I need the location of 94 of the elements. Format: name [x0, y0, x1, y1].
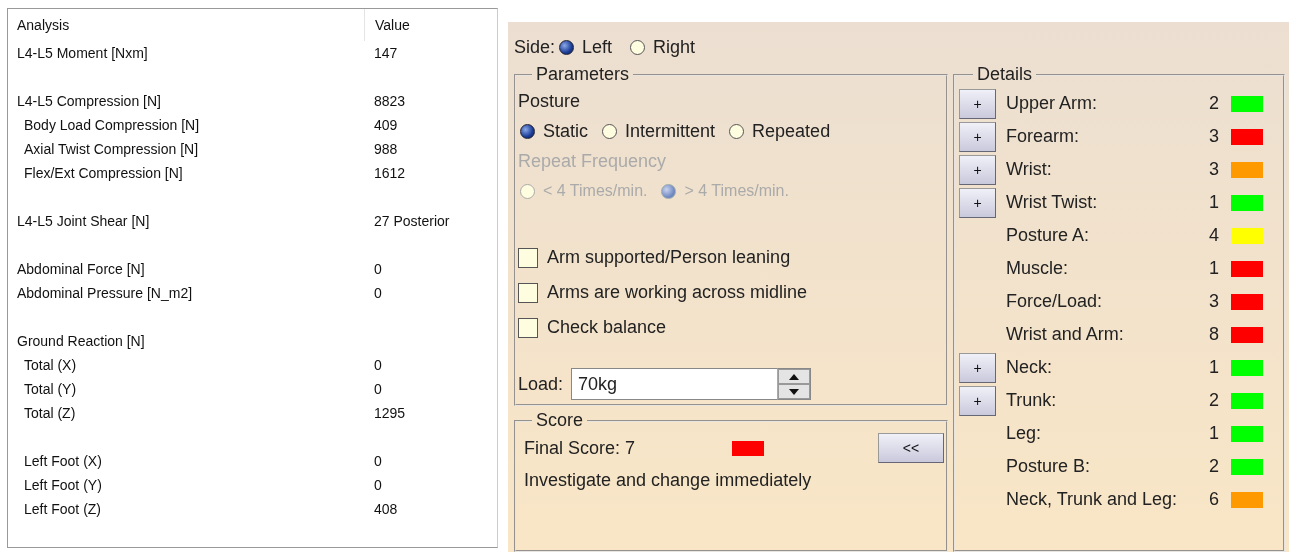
radio-label[interactable]: Intermittent: [625, 120, 716, 142]
radio-button[interactable]: [520, 123, 535, 139]
detail-value: 2: [1208, 390, 1219, 411]
detail-value: 2: [1208, 93, 1219, 114]
detail-value: 1: [1208, 258, 1219, 279]
checkbox-label[interactable]: Arm supported/Person leaning: [547, 247, 791, 268]
table-cell-text: 408: [373, 500, 398, 519]
table-cell-text: Total (Y): [23, 381, 78, 397]
table-cell-text: L4-L5 Moment [Nxm]: [16, 45, 149, 61]
table-cell-text: 1295: [373, 404, 406, 423]
expand-button[interactable]: +: [959, 385, 996, 416]
detail-value: 3: [1208, 159, 1219, 180]
score-message: Investigate and change immediately: [523, 469, 813, 492]
table-cell-text: 988: [373, 140, 398, 159]
detail-value: 2: [1208, 456, 1219, 477]
group-title: Score: [535, 410, 585, 431]
load-label: Load:: [518, 373, 564, 395]
posture-label: Posture: [518, 90, 582, 113]
radio-button[interactable]: [602, 123, 618, 139]
detail-value: 4: [1208, 225, 1219, 246]
table-cell-text: Abdominal Pressure [N_m2]: [16, 285, 194, 301]
detail-label: Muscle:: [1006, 258, 1069, 279]
checkbox-label[interactable]: Check balance: [547, 317, 667, 338]
expand-button[interactable]: +: [959, 88, 996, 119]
table-cell-text: Ground Reaction [N]: [16, 333, 146, 349]
radio-label[interactable]: Repeated: [752, 120, 831, 142]
column-header[interactable]: Value: [364, 9, 410, 41]
detail-label: Leg:: [1006, 423, 1043, 444]
table-cell-text: Flex/Ext Compression [N]: [23, 165, 184, 181]
expand-button[interactable]: +: [959, 121, 996, 152]
arrow-down-icon: [789, 388, 800, 395]
checkbox[interactable]: [518, 247, 538, 268]
table-cell-text: 0: [373, 260, 382, 279]
table-cell-text: Total (X): [23, 357, 78, 373]
detail-label: Forearm:: [1006, 126, 1080, 147]
checkbox[interactable]: [518, 282, 538, 303]
group-title: Details: [976, 64, 1034, 85]
table-cell-text: 409: [373, 116, 398, 135]
table-cell-text: 0: [373, 356, 382, 375]
table-cell-text: Total (Z): [23, 405, 77, 421]
detail-label: Wrist Twist:: [1006, 192, 1099, 213]
expand-button[interactable]: +: [959, 187, 996, 218]
detail-label: Neck, Trunk and Leg:: [1006, 489, 1179, 510]
table-cell-text: 8823: [373, 92, 406, 111]
table-cell-text: Axial Twist Compression [N]: [23, 141, 199, 157]
detail-label: Force/Load:: [1006, 291, 1104, 312]
expand-button[interactable]: +: [959, 352, 996, 383]
table-cell-text: Body Load Compression [N]: [23, 117, 201, 133]
detail-label: Wrist and Arm:: [1006, 324, 1125, 345]
arrow-up-icon: [789, 373, 800, 380]
detail-label: Posture B:: [1006, 456, 1092, 477]
checkbox-label[interactable]: Arms are working across midline: [547, 282, 808, 303]
radio-button[interactable]: [729, 123, 745, 139]
detail-value: 3: [1208, 291, 1219, 312]
table-cell-text: 0: [373, 452, 382, 471]
detail-label: Wrist:: [1006, 159, 1053, 180]
radio-label[interactable]: Left: [582, 36, 613, 58]
table-cell-text: Left Foot (Z): [23, 501, 103, 517]
table-cell-text: 1612: [373, 164, 406, 183]
radio-button[interactable]: [630, 39, 646, 55]
table-cell-text: 0: [373, 476, 382, 495]
radio-button[interactable]: [559, 39, 575, 55]
detail-value: 1: [1208, 357, 1219, 378]
group-title: Parameters: [535, 64, 631, 85]
load-field[interactable]: 70kg: [571, 368, 778, 400]
table-cell-text: Abdominal Force [N]: [16, 261, 146, 277]
detail-label: Posture A:: [1006, 225, 1091, 246]
radio-label[interactable]: Right: [653, 36, 696, 58]
detail-label: Upper Arm:: [1006, 93, 1099, 114]
detail-value: 1: [1208, 423, 1219, 444]
table-cell-text: Left Foot (X): [23, 453, 103, 469]
spin-up-button[interactable]: [778, 369, 811, 384]
detail-value: 1: [1208, 192, 1219, 213]
table-cell-text: L4-L5 Joint Shear [N]: [16, 213, 151, 229]
table-cell-text: Left Foot (Y): [23, 477, 103, 493]
collapse-button[interactable]: <<: [878, 433, 944, 463]
table-cell-text: 0: [373, 284, 382, 303]
table-cell-text: 147: [373, 44, 398, 63]
detail-value: 8: [1208, 324, 1219, 345]
detail-label: Neck:: [1006, 357, 1053, 378]
table-cell-text: 27 Posterior: [373, 212, 450, 231]
detail-value: 6: [1208, 489, 1219, 510]
expand-button[interactable]: +: [959, 154, 996, 185]
radio-label[interactable]: Static: [543, 120, 589, 142]
table-cell-text: 0: [373, 380, 382, 399]
column-header[interactable]: Analysis: [8, 17, 364, 33]
spin-down-button[interactable]: [778, 384, 811, 399]
table-cell-text: L4-L5 Compression [N]: [16, 93, 162, 109]
final-score-label: Final Score: 7: [524, 437, 637, 459]
checkbox[interactable]: [518, 317, 538, 338]
repeat-frequency-label: Repeat Frequency: [518, 150, 668, 173]
side-label: Side:: [514, 36, 556, 58]
detail-value: 3: [1208, 126, 1219, 147]
detail-label: Trunk:: [1006, 390, 1058, 411]
